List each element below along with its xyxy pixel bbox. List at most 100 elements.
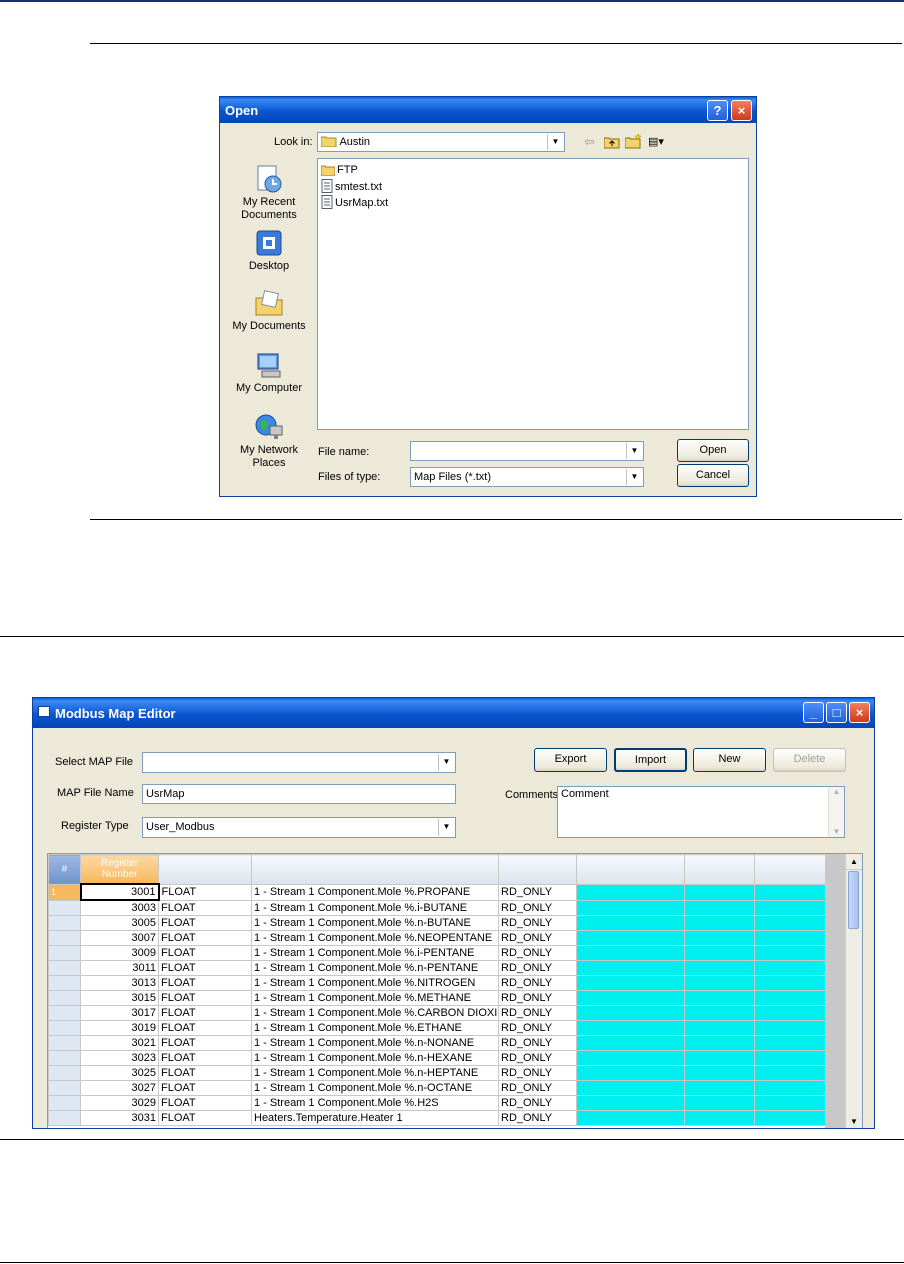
cell-empty[interactable] — [754, 1050, 826, 1066]
grid-vertical-scrollbar[interactable]: ▲ ▼ — [845, 854, 862, 1128]
cell-empty[interactable] — [754, 930, 826, 946]
place-my-recent-documents[interactable]: My Recent Documents — [228, 164, 310, 222]
cell-access[interactable]: RD_ONLY — [498, 1065, 577, 1081]
cell-empty[interactable] — [576, 930, 685, 946]
cell-data-type[interactable]: FLOAT — [158, 915, 252, 931]
cell-data-type[interactable]: FLOAT — [158, 1020, 252, 1036]
cell-description[interactable]: 1 - Stream 1 Component.Mole %.i-PENTANE — [251, 945, 499, 961]
cell-description[interactable]: 1 - Stream 1 Component.Mole %.n-PENTANE — [251, 960, 499, 976]
place-my-computer[interactable]: My Computer — [228, 350, 310, 395]
cell-empty[interactable] — [754, 883, 826, 901]
cell-data-type[interactable]: FLOAT — [158, 1110, 252, 1126]
cell-data-type[interactable]: FLOAT — [158, 1005, 252, 1021]
cell-empty[interactable] — [684, 975, 755, 991]
row-header[interactable] — [48, 1020, 81, 1036]
cell-data-type[interactable]: FLOAT — [158, 1035, 252, 1051]
cell-description[interactable]: 1 - Stream 1 Component.Mole %.CARBON DIO… — [251, 1005, 499, 1021]
cell-empty[interactable] — [754, 915, 826, 931]
column-header[interactable] — [684, 854, 755, 885]
cell-empty[interactable] — [684, 945, 755, 961]
chevron-down-icon[interactable]: ▼ — [438, 754, 454, 771]
cell-empty[interactable] — [684, 960, 755, 976]
table-row[interactable]: 3029 FLOAT 1 - Stream 1 Component.Mole %.H… — [48, 1095, 826, 1111]
cell-empty[interactable] — [684, 1005, 755, 1021]
cell-access[interactable]: RD_ONLY — [498, 1035, 577, 1051]
cell-empty[interactable] — [684, 1110, 755, 1126]
cell-access[interactable]: RD_ONLY — [498, 945, 577, 961]
file-name-combo[interactable]: ▼ — [410, 441, 644, 461]
cell-empty[interactable] — [684, 883, 755, 901]
row-header[interactable] — [48, 1065, 81, 1081]
cell-register-number[interactable]: 3001 — [79, 883, 160, 901]
file-list[interactable]: FTP smtest.txt UsrMap.txt — [317, 158, 749, 430]
file-item[interactable]: FTP — [320, 163, 358, 179]
column-header[interactable] — [754, 854, 826, 885]
cell-description[interactable]: 1 - Stream 1 Component.Mole %.PROPANE — [251, 883, 499, 901]
table-row[interactable]: 3027 FLOAT 1 - Stream 1 Component.Mole %.n… — [48, 1080, 826, 1096]
cell-description[interactable]: 1 - Stream 1 Component.Mole %.ETHANE — [251, 1020, 499, 1036]
chevron-up-icon[interactable]: ▲ — [846, 854, 862, 870]
cell-empty[interactable] — [754, 1095, 826, 1111]
select-map-combo[interactable]: ▼ — [142, 752, 456, 773]
cell-register-number[interactable]: 3011 — [80, 960, 159, 976]
cell-register-number[interactable]: 3019 — [80, 1020, 159, 1036]
cell-description[interactable]: 1 - Stream 1 Component.Mole %.NEOPENTANE — [251, 930, 499, 946]
cell-description[interactable]: 1 - Stream 1 Component.Mole %.H2S — [251, 1095, 499, 1111]
cell-register-number[interactable]: 3029 — [80, 1095, 159, 1111]
cell-empty[interactable] — [684, 915, 755, 931]
cell-access[interactable]: RD_ONLY — [498, 1095, 577, 1111]
cell-data-type[interactable]: FLOAT — [158, 1080, 252, 1096]
up-folder-icon[interactable] — [604, 135, 620, 149]
cell-description[interactable]: Heaters.Temperature.Heater 1 — [251, 1110, 499, 1126]
table-row[interactable]: 1 3001 FLOAT 1 - Stream 1 Component.Mole %.… — [48, 883, 826, 901]
cell-register-number[interactable]: 3015 — [80, 990, 159, 1006]
cell-register-number[interactable]: 3003 — [80, 899, 159, 916]
chevron-down-icon[interactable]: ▼ — [547, 134, 563, 150]
cell-description[interactable]: 1 - Stream 1 Component.Mole %.n-OCTANE — [251, 1080, 499, 1096]
new-folder-icon[interactable] — [625, 133, 643, 149]
cell-register-number[interactable]: 3023 — [80, 1050, 159, 1066]
help-button[interactable]: ? — [707, 100, 728, 121]
cell-empty[interactable] — [684, 1065, 755, 1081]
cell-access[interactable]: RD_ONLY — [498, 899, 577, 916]
cell-empty[interactable] — [684, 899, 755, 916]
row-header[interactable] — [48, 1080, 81, 1096]
row-header[interactable] — [48, 1035, 81, 1051]
cell-access[interactable]: RD_ONLY — [498, 975, 577, 991]
row-header[interactable] — [48, 1005, 81, 1021]
cell-empty[interactable] — [576, 990, 685, 1006]
cell-empty[interactable] — [754, 1020, 826, 1036]
cell-empty[interactable] — [576, 975, 685, 991]
column-header[interactable] — [576, 854, 685, 885]
cell-empty[interactable] — [754, 975, 826, 991]
cell-data-type[interactable]: FLOAT — [158, 990, 252, 1006]
cell-empty[interactable] — [754, 960, 826, 976]
cell-data-type[interactable]: FLOAT — [158, 975, 252, 991]
table-row[interactable]: 3031 FLOAT Heaters.Temperature.Heater 1 RD_… — [48, 1110, 826, 1126]
files-of-type-combo[interactable]: Map Files (*.txt) ▼ — [410, 467, 644, 487]
cell-empty[interactable] — [576, 1005, 685, 1021]
table-row[interactable]: 3005 FLOAT 1 - Stream 1 Component.Mole %.n… — [48, 915, 826, 931]
close-button[interactable]: × — [849, 702, 870, 723]
place-my-documents[interactable]: My Documents — [228, 288, 310, 333]
row-header[interactable] — [48, 945, 81, 961]
file-item[interactable]: UsrMap.txt — [321, 195, 388, 211]
place-desktop[interactable]: Desktop — [228, 228, 310, 273]
cell-empty[interactable] — [684, 1095, 755, 1111]
cell-description[interactable]: 1 - Stream 1 Component.Mole %.METHANE — [251, 990, 499, 1006]
cell-empty[interactable] — [684, 930, 755, 946]
close-button[interactable]: × — [731, 100, 752, 121]
row-header[interactable] — [48, 1095, 81, 1111]
cell-description[interactable]: 1 - Stream 1 Component.Mole %.n-HEXANE — [251, 1050, 499, 1066]
cell-register-number[interactable]: 3031 — [80, 1110, 159, 1126]
cell-data-type[interactable]: FLOAT — [158, 960, 252, 976]
cell-data-type[interactable]: FLOAT — [158, 883, 252, 901]
table-row[interactable]: 3025 FLOAT 1 - Stream 1 Component.Mole %.n… — [48, 1065, 826, 1081]
cell-register-number[interactable]: 3021 — [80, 1035, 159, 1051]
cell-empty[interactable] — [684, 1035, 755, 1051]
cell-empty[interactable] — [576, 960, 685, 976]
back-icon[interactable]: ⇦ — [584, 134, 595, 150]
row-header[interactable]: 1 — [48, 883, 81, 901]
chevron-down-icon[interactable]: ▼ — [438, 819, 454, 836]
column-header[interactable] — [498, 854, 577, 885]
